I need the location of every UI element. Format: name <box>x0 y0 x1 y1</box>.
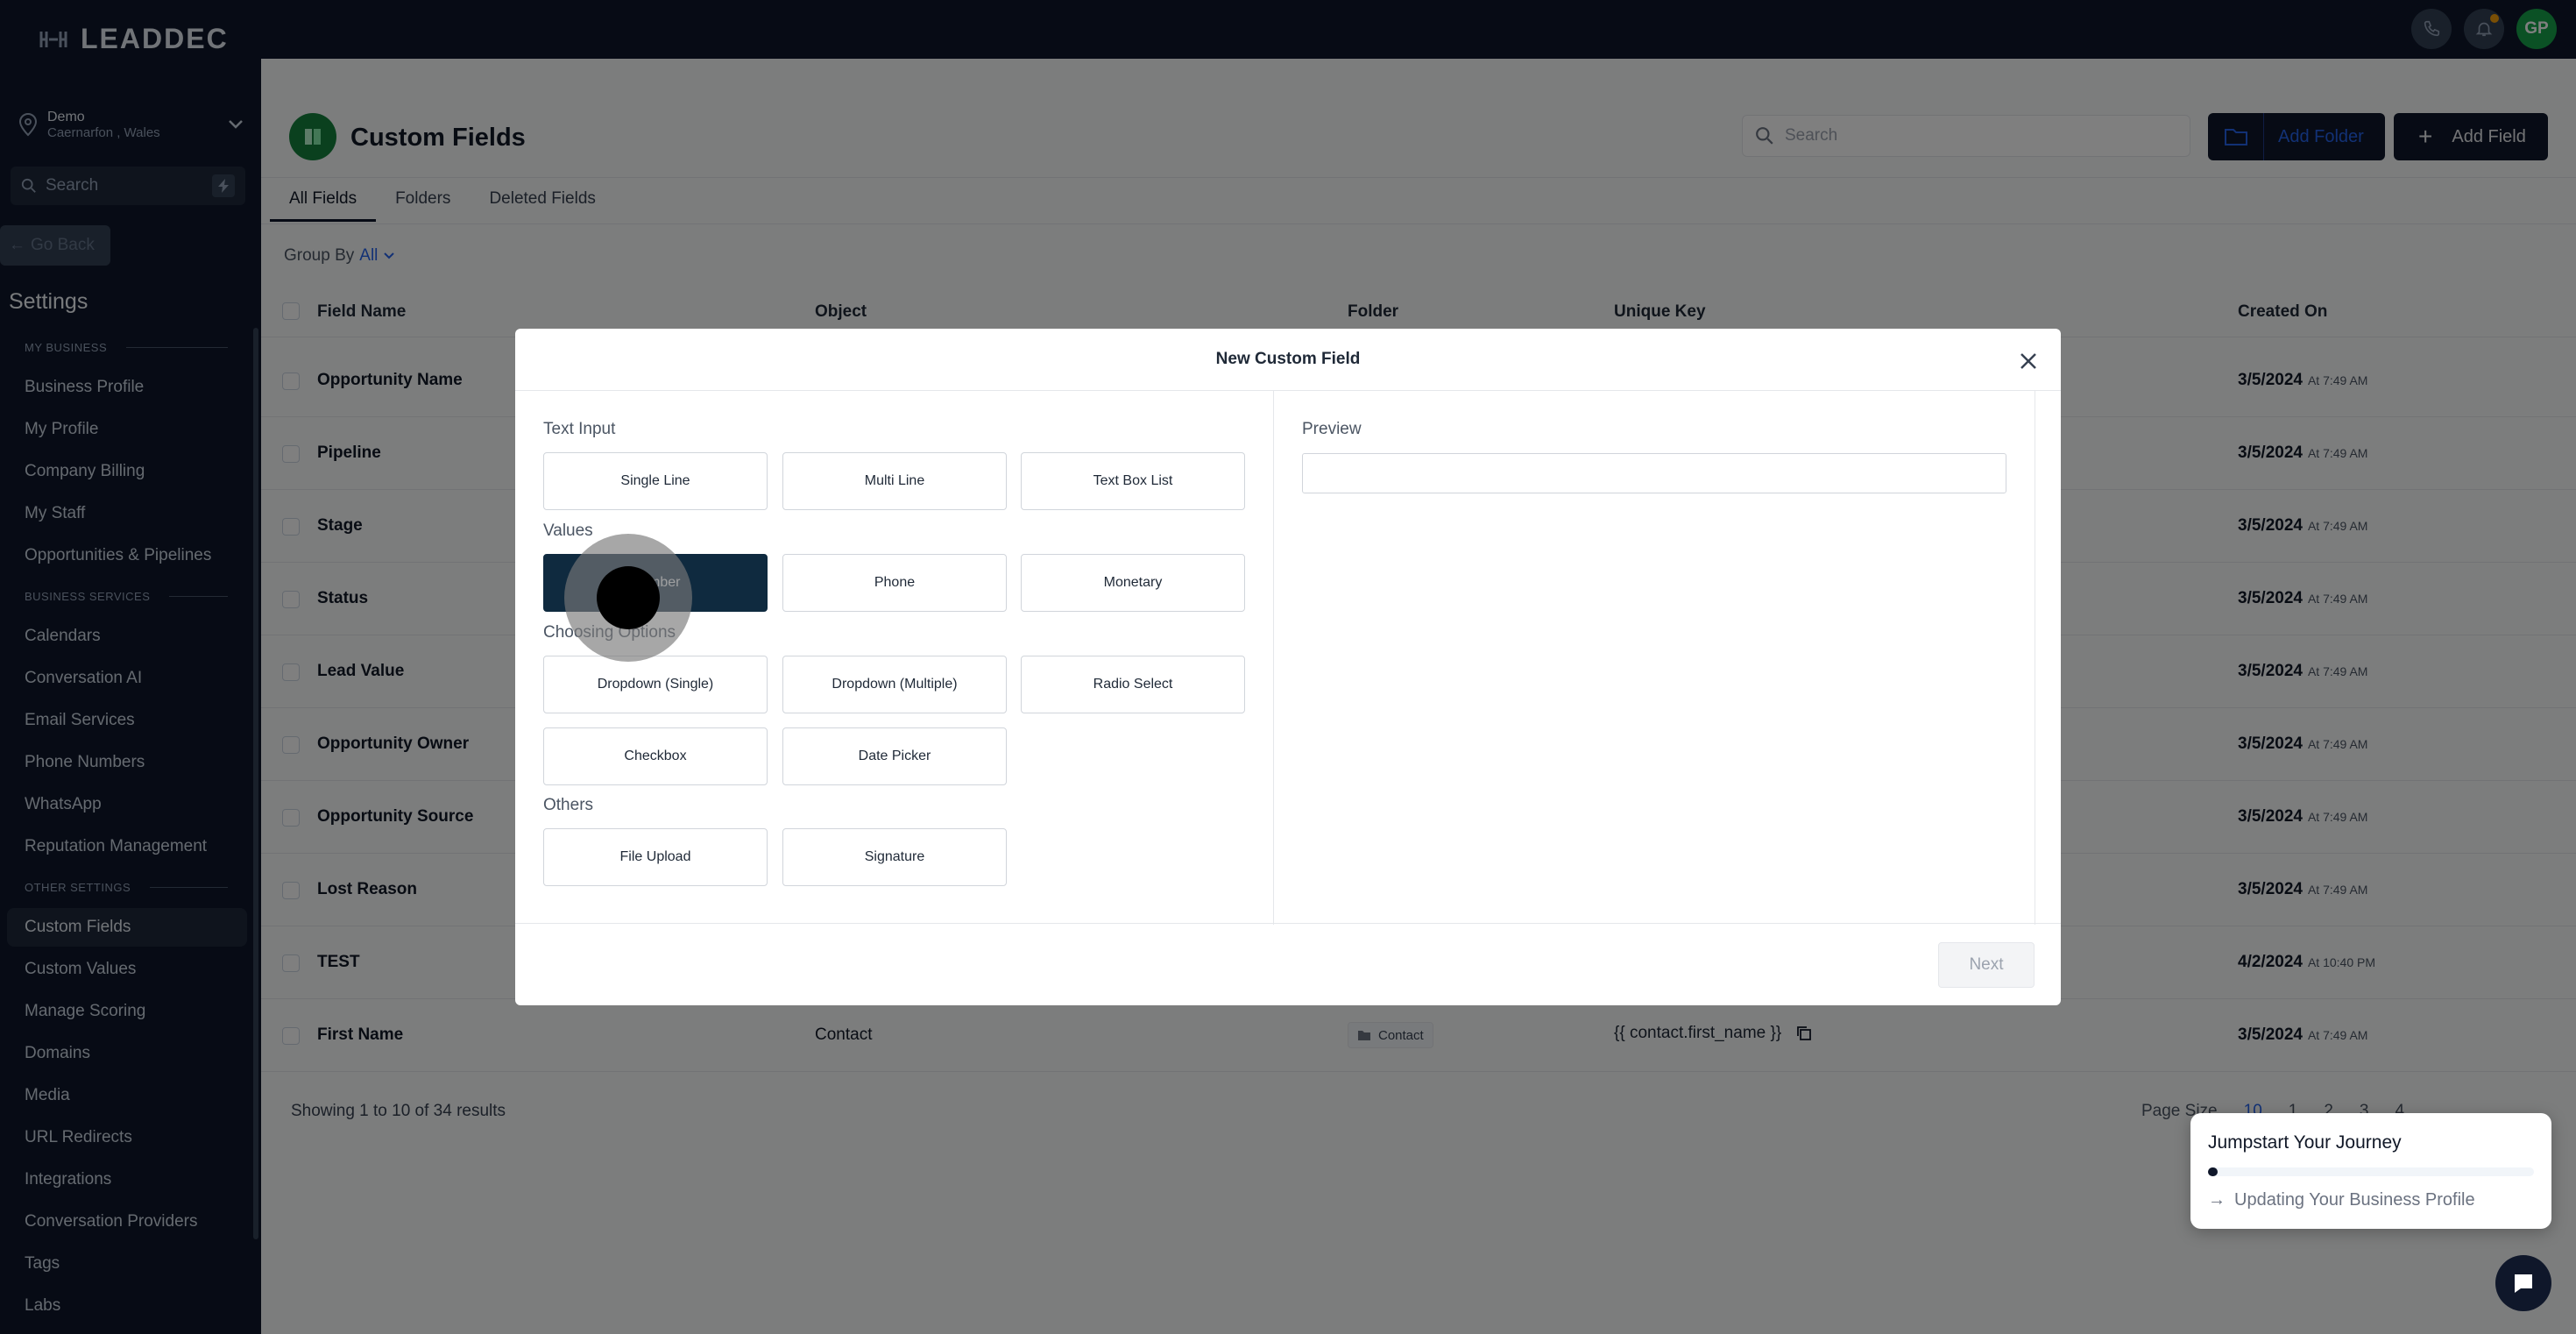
option-single-line[interactable]: Single Line <box>543 452 768 510</box>
option-checkbox[interactable]: Checkbox <box>543 727 768 785</box>
jumpstart-progress-fill <box>2208 1167 2219 1176</box>
jumpstart-progress-bar <box>2208 1167 2534 1176</box>
jumpstart-card[interactable]: Jumpstart Your Journey → Updating Your B… <box>2190 1113 2551 1229</box>
next-button[interactable]: Next <box>1938 942 2035 988</box>
option-monetary[interactable]: Monetary <box>1021 554 1245 612</box>
touch-indicator-center <box>597 566 660 629</box>
jumpstart-step-label: Updating Your Business Profile <box>2234 1190 2475 1210</box>
option-text-box-list[interactable]: Text Box List <box>1021 452 1245 510</box>
new-custom-field-modal: New Custom Field Text Input Single Line … <box>515 329 2061 1005</box>
option-date-picker[interactable]: Date Picker <box>782 727 1007 785</box>
chat-icon <box>2515 1274 2532 1293</box>
option-dropdown-multiple[interactable]: Dropdown (Multiple) <box>782 656 1007 713</box>
group-label-text-input: Text Input <box>543 420 616 438</box>
close-icon[interactable] <box>2015 348 2042 374</box>
option-dropdown-single[interactable]: Dropdown (Single) <box>543 656 768 713</box>
option-multi-line[interactable]: Multi Line <box>782 452 1007 510</box>
preview-label: Preview <box>1302 420 1362 438</box>
modal-column-divider <box>1273 390 1274 925</box>
chat-widget-button[interactable] <box>2495 1255 2551 1311</box>
modal-title: New Custom Field <box>1215 350 1361 368</box>
modal-footer-divider <box>515 923 2061 924</box>
option-signature[interactable]: Signature <box>782 828 1007 886</box>
group-label-values: Values <box>543 522 593 540</box>
preview-field <box>1302 453 2006 493</box>
option-phone[interactable]: Phone <box>782 554 1007 612</box>
option-file-upload[interactable]: File Upload <box>543 828 768 886</box>
modal-header-divider <box>515 390 2061 391</box>
option-radio-select[interactable]: Radio Select <box>1021 656 1245 713</box>
arrow-right-icon: → <box>2208 1190 2226 1210</box>
jumpstart-title: Jumpstart Your Journey <box>2208 1132 2402 1153</box>
group-label-others: Others <box>543 796 594 814</box>
jumpstart-step[interactable]: → Updating Your Business Profile <box>2208 1190 2475 1210</box>
